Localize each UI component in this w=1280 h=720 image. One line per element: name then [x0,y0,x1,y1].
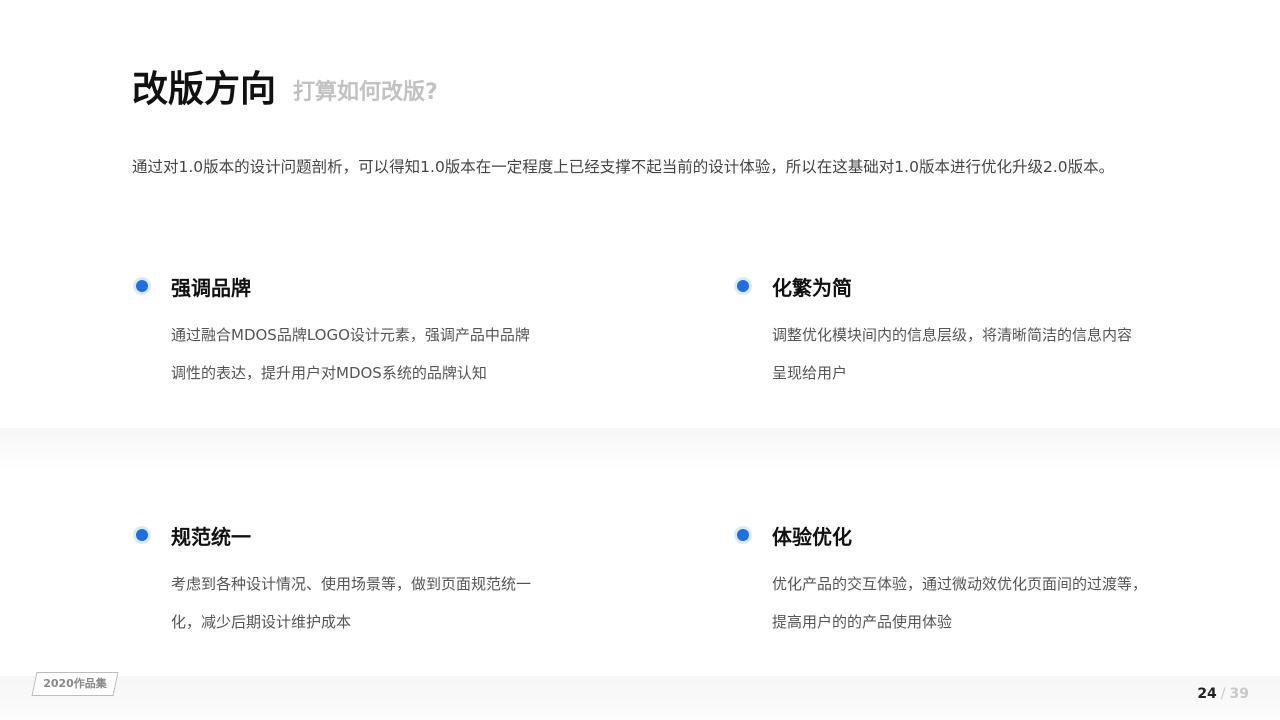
bullet-dot-icon [136,280,148,292]
bullet-dot-icon [136,529,148,541]
portfolio-badge: 2020作品集 [43,677,107,690]
shadow-band-bottom [0,676,1280,720]
page-indicator: 24/39 [1197,686,1249,702]
feature-description-line: 通过融合MDOS品牌LOGO设计元素，强调产品中品牌 [171,326,530,344]
page-total: 39 [1229,686,1249,702]
feature-title: 化繁为简 [772,276,852,300]
page-subtitle: 打算如何改版? [293,80,438,105]
feature-description-line: 调性的表达，提升用户对MDOS系统的品牌认知 [171,364,487,382]
feature-description-line: 考虑到各种设计情况、使用场景等，做到页面规范统一 [171,575,532,593]
intro-paragraph: 通过对1.0版本的设计问题剖析，可以得知1.0版本在一定程度上已经支撑不起当前的… [132,158,1115,176]
page-title: 改版方向 [132,69,277,110]
shadow-band-top [0,428,1280,472]
feature-description-line: 优化产品的交互体验，通过微动效优化页面间的过渡等， [772,575,1148,593]
page-separator: / [1220,686,1226,702]
bullet-dot-icon [737,280,749,292]
feature-title: 体验优化 [772,525,852,549]
feature-description-line: 提高用户的的产品使用体验 [772,613,953,631]
feature-description-line: 调整优化模块间内的信息层级，将清晰简洁的信息内容 [772,326,1133,344]
bullet-dot-icon [737,529,749,541]
feature-description-line: 呈现给用户 [772,364,848,382]
feature-description-line: 化，减少后期设计维护成本 [171,613,352,631]
page-current: 24 [1197,686,1217,702]
feature-title: 规范统一 [171,525,251,549]
feature-title: 强调品牌 [171,276,251,300]
